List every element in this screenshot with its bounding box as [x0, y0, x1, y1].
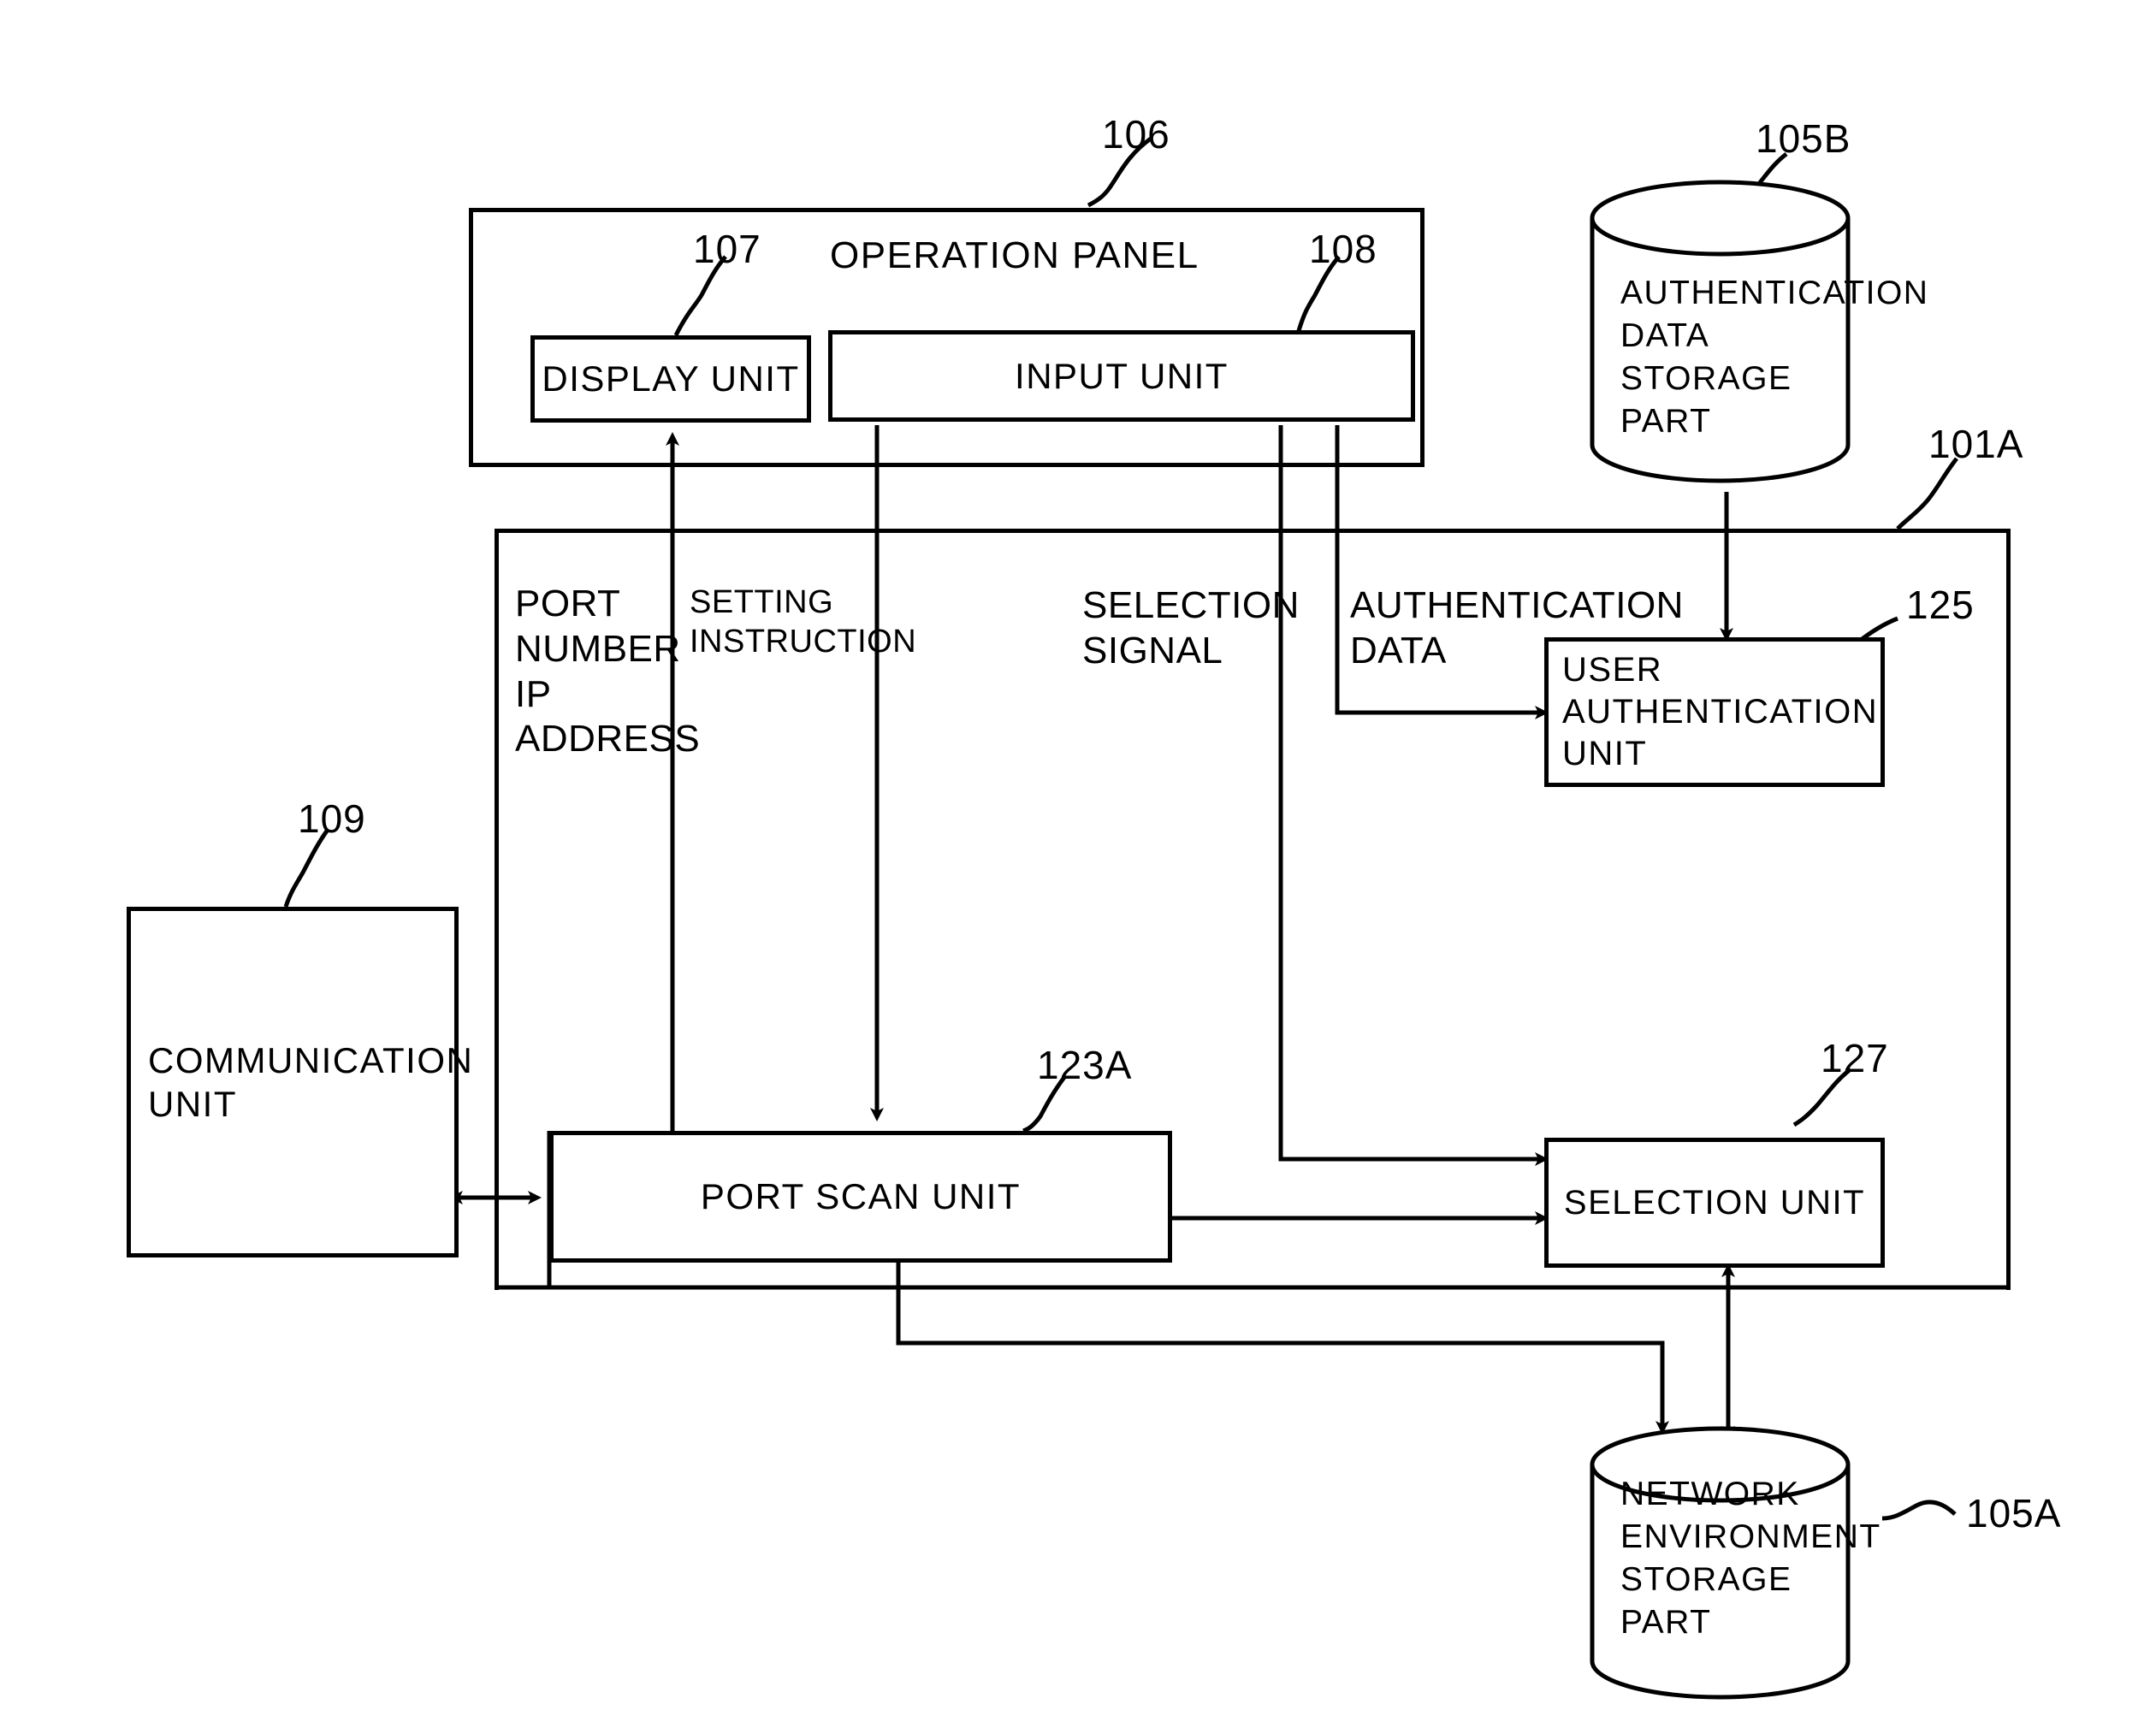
ref-105B: 105B [1756, 116, 1851, 161]
ref-105A: 105A [1966, 1491, 2062, 1535]
signal-authentication-data: AUTHENTICATION DATA [1350, 584, 1684, 672]
display-unit-label: DISPLAY UNIT [542, 358, 800, 399]
ref-123A: 123A [1037, 1043, 1133, 1087]
display-unit-box[interactable]: DISPLAY UNIT [530, 335, 811, 423]
port-scan-unit-box[interactable]: PORT SCAN UNIT [549, 1131, 1172, 1263]
ref-125: 125 [1906, 583, 1975, 627]
ref-108: 108 [1309, 227, 1377, 271]
leader-105A [1881, 1500, 1957, 1521]
communication-unit-box[interactable]: COMMUNICATION UNIT [127, 907, 472, 1257]
leader-105B [1727, 152, 1788, 212]
input-unit-box[interactable]: INPUT UNIT [828, 330, 1415, 422]
ref-106: 106 [1102, 112, 1170, 157]
selection-unit-label: SELECTION UNIT [1563, 1183, 1866, 1222]
signal-port-number-ip-address: PORT NUMBER IP ADDRESS [515, 583, 701, 760]
patent-figure-canvas: OPERATION PANEL DISPLAY UNIT INPUT UNIT … [0, 0, 2156, 1710]
ref-101A: 101A [1928, 422, 2024, 466]
port-scan-unit-label: PORT SCAN UNIT [700, 1176, 1022, 1217]
network-env-storage-label: NETWORK ENVIRONMENT STORAGE PART [1620, 1476, 1881, 1641]
operation-panel-title: OPERATION PANEL [830, 234, 1199, 276]
communication-unit-label: COMMUNICATION UNIT [148, 1039, 474, 1124]
leader-101A [1896, 457, 1958, 530]
auth-data-storage-label: AUTHENTICATION DATA STORAGE PART [1620, 275, 1929, 440]
signal-setting-instruction: SETTING INSTRUCTION [690, 584, 917, 660]
selection-unit-box[interactable]: SELECTION UNIT [1544, 1138, 1885, 1268]
ref-107: 107 [693, 227, 761, 271]
input-unit-label: INPUT UNIT [1015, 355, 1229, 396]
ref-109: 109 [298, 796, 366, 841]
ref-127: 127 [1821, 1036, 1889, 1080]
signal-selection-signal: SELECTION SIGNAL [1082, 584, 1300, 672]
